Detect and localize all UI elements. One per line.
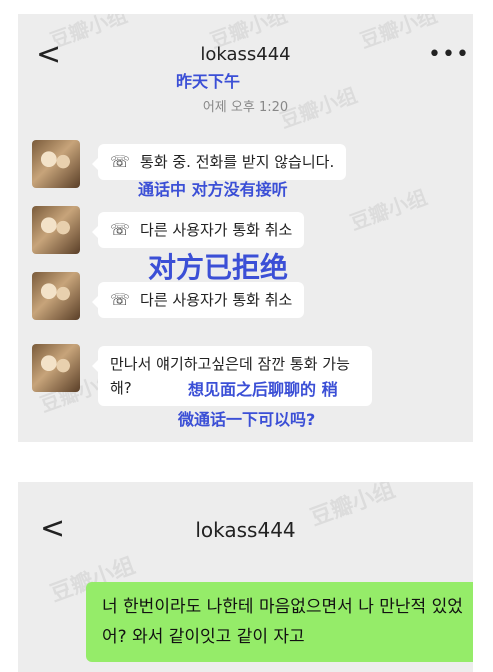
avatar[interactable]: [32, 140, 80, 188]
more-dots-icon[interactable]: •••: [428, 44, 470, 66]
message-text: 통화 중. 전화를 받지 않습니다.: [140, 153, 335, 171]
overlay-translation-line1: 想见面之后聊聊的 稍: [188, 380, 338, 399]
message-text: 다른 사용자가 통화 취소: [140, 291, 293, 309]
overlay-yesterday: 昨天下午: [176, 72, 241, 91]
message-bubble[interactable]: ☏ 다른 사용자가 통화 취소: [91, 282, 305, 318]
timestamp: 어제 오후 1:20: [202, 100, 289, 115]
overlay-rejected: 对方已拒绝: [148, 251, 289, 284]
avatar[interactable]: [32, 206, 80, 254]
phone-handset-icon: ☏: [110, 220, 131, 239]
message-text: 너 한번이라도 나한테 마음없으면서 나 만난적 있었어? 와서 같이잇고 같이…: [102, 597, 463, 647]
watermark: 豆瓣小组: [346, 184, 431, 235]
chat-title: lokass444: [195, 518, 296, 542]
message-bubble-sent[interactable]: 너 한번이라도 나한테 마음없으면서 나 만난적 있었어? 와서 같이잇고 같이…: [86, 582, 473, 662]
chat-screenshot-2: 豆瓣小组 豆瓣小组 < lokass444 너 한번이라도 나한테 마음없으면서…: [18, 482, 473, 672]
overlay-translation-line2: 微通话一下可以吗?: [178, 410, 316, 429]
overlay-no-answer: 通话中 对方没有接听: [138, 180, 288, 199]
chat-screenshot-1: 豆瓣小组 豆瓣小组 豆瓣小组 豆瓣小组 豆瓣小组 豆瓣小组 < lokass44…: [18, 14, 473, 442]
phone-handset-icon: ☏: [110, 290, 131, 309]
message-text: 다른 사용자가 통화 취소: [140, 221, 293, 239]
avatar[interactable]: [32, 344, 80, 392]
message-bubble[interactable]: ☏ 통화 중. 전화를 받지 않습니다.: [91, 144, 347, 180]
message-bubble[interactable]: ☏ 다른 사용자가 통화 취소: [91, 212, 305, 248]
avatar[interactable]: [32, 272, 80, 320]
chat-title: lokass444: [200, 44, 291, 65]
phone-handset-icon: ☏: [110, 152, 131, 171]
